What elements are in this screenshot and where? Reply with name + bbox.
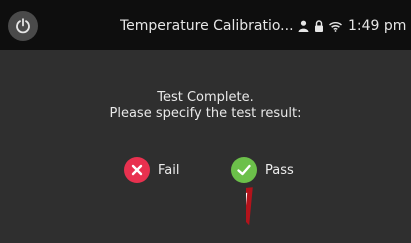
fail-label: Fail (158, 162, 180, 178)
power-button[interactable] (8, 11, 38, 41)
power-icon (16, 18, 30, 34)
result-prompt: Test Complete. Please specify the test r… (0, 90, 411, 122)
message-line-1: Test Complete. (157, 90, 254, 105)
pass-label: Pass (265, 162, 294, 178)
lock-icon (315, 20, 323, 32)
check-circle-icon (231, 157, 257, 183)
status-icons (298, 19, 342, 33)
person-icon (298, 20, 309, 32)
pass-button[interactable]: Pass (231, 155, 294, 185)
wifi-icon (329, 21, 342, 32)
clock: 1:49 pm (348, 18, 407, 34)
app-title: Temperature Calibratio... (120, 18, 294, 34)
fail-button[interactable]: Fail (124, 155, 179, 185)
screen: Temperature Calibratio... 1:49 pm Test C… (0, 0, 411, 243)
arrow-pointer-icon (246, 187, 253, 235)
message-line-2: Please specify the test result: (109, 106, 302, 121)
x-circle-icon (124, 157, 150, 183)
status-bar: Temperature Calibratio... 1:49 pm (0, 0, 411, 50)
